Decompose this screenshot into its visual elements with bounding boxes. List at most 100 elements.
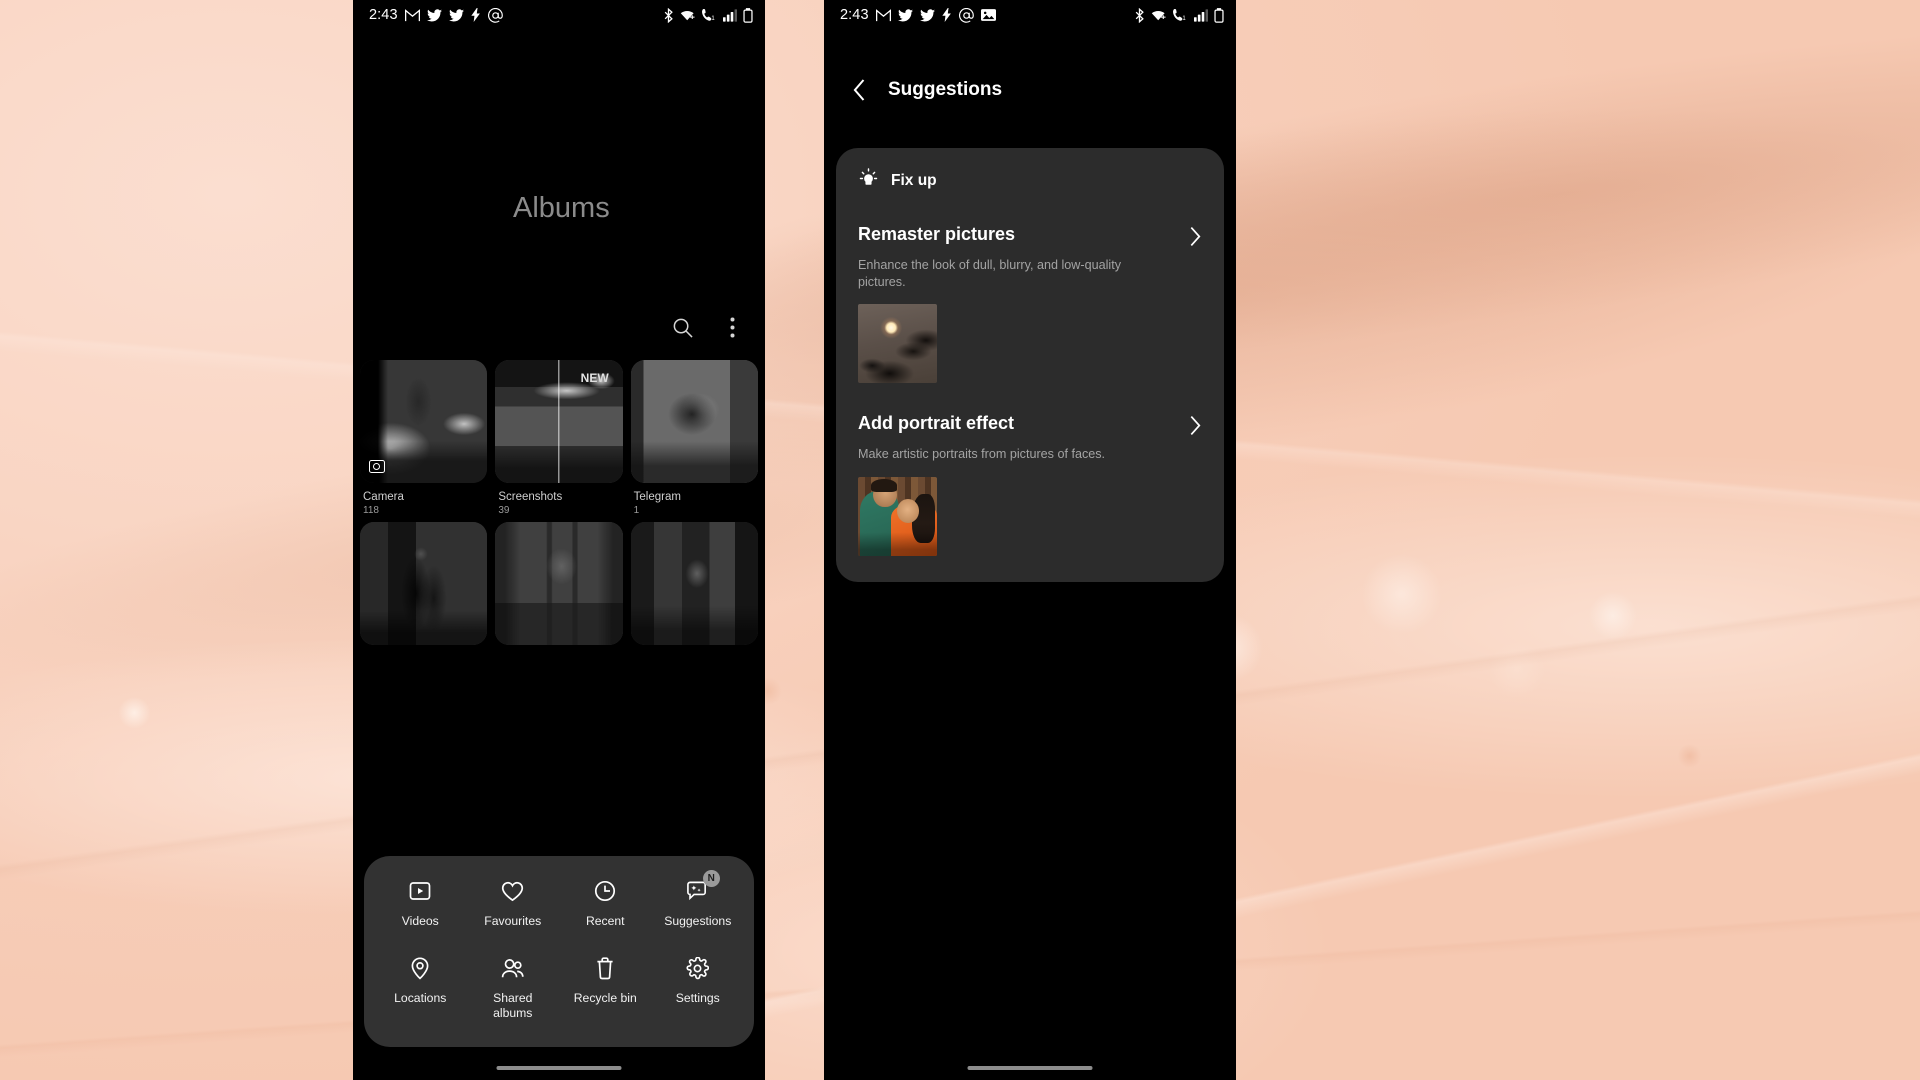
menu-item-label: Locations [394, 991, 447, 1006]
menu-item-label: Settings [675, 991, 720, 1006]
suggestion-thumbnail-portrait[interactable] [858, 476, 937, 556]
album-name: Camera [363, 491, 404, 503]
card-header-label: Fix up [891, 172, 937, 189]
album-artwork [630, 522, 758, 645]
page-title: Suggestions [888, 79, 1003, 100]
gmail-icon [875, 8, 891, 22]
album-count: 1 [633, 505, 640, 516]
album-item-4[interactable] [360, 522, 488, 645]
albums-header: Albums [353, 30, 765, 360]
menu-item-recycle-bin[interactable]: Recycle bin [559, 955, 652, 1021]
home-gesture-bar[interactable] [967, 1065, 1093, 1070]
album-thumbnail[interactable]: NEW [495, 360, 623, 483]
suggestion-description: Make artistic portraits from pictures of… [858, 447, 1106, 462]
menu-item-videos[interactable]: Videos [374, 878, 467, 929]
signal-bars-icon [1194, 8, 1208, 22]
menu-item-label: Shared albums [493, 991, 532, 1021]
status-bar-right: 2:43 1 [824, 0, 1236, 30]
album-item-camera[interactable]: Camera 118 [360, 360, 488, 516]
couple-portrait-photo [858, 476, 937, 556]
album-thumbnail[interactable] [360, 522, 488, 645]
status-bar-right-group: 1 [1134, 7, 1224, 23]
fix-up-card: Fix up Remaster pictures Enhance the loo… [836, 148, 1224, 582]
new-tag-label: NEW [580, 371, 609, 385]
menu-item-label: Favourites [484, 914, 542, 929]
suggestion-description: Enhance the look of dull, blurry, and lo… [858, 258, 1121, 289]
album-thumbnail[interactable] [630, 522, 758, 645]
people-icon [500, 955, 526, 981]
suggestion-title: Remaster pictures [858, 224, 1016, 244]
status-bar-left-group: 2:43 [840, 7, 996, 23]
menu-item-suggestions[interactable]: N Suggestions [652, 870, 745, 929]
clock-icon [592, 878, 618, 904]
menu-item-shared-albums[interactable]: Shared albums [467, 955, 560, 1021]
album-item-screenshots[interactable]: NEW Screenshots 39 [495, 360, 623, 516]
menu-item-locations[interactable]: Locations [374, 955, 467, 1021]
menu-item-recent[interactable]: Recent [559, 878, 652, 929]
chevron-right-icon[interactable] [1189, 413, 1202, 441]
portrait-shadow [858, 476, 937, 556]
suggestion-item-remaster[interactable]: Remaster pictures Enhance the look of du… [858, 224, 1202, 384]
chevron-left-icon[interactable] [846, 77, 872, 103]
album-grid-row-2 [353, 522, 765, 645]
svg-text:1: 1 [1182, 16, 1186, 22]
suggestion-thumbnail-moon[interactable] [858, 304, 937, 384]
gear-icon [685, 955, 711, 981]
trash-icon [592, 955, 618, 981]
album-name: Screenshots [498, 491, 563, 503]
home-gesture-bar[interactable] [496, 1065, 622, 1070]
moon-palm-photo [858, 304, 937, 384]
location-pin-icon [407, 955, 433, 981]
menu-item-label: Recent [585, 914, 625, 929]
album-thumbnail[interactable] [360, 360, 488, 483]
search-icon[interactable] [665, 310, 699, 344]
suggestions-appbar: Suggestions [824, 30, 1236, 122]
menu-item-label: Videos [401, 914, 439, 929]
bluetooth-icon [1134, 7, 1145, 23]
status-bar-left: 2:43 1 [353, 0, 765, 30]
lightbulb-idea-icon [858, 168, 879, 194]
album-item-telegram[interactable]: Telegram 1 [630, 360, 758, 516]
wifi-icon [1151, 8, 1167, 22]
album-name: Telegram [633, 491, 681, 503]
signal-bars-icon [723, 8, 737, 22]
suggestion-row: Remaster pictures [858, 224, 1202, 252]
album-artwork [630, 360, 758, 483]
suggestion-item-portrait[interactable]: Add portrait effect Make artistic portra… [858, 413, 1202, 556]
battery-icon [1214, 7, 1224, 23]
album-item-6[interactable] [630, 522, 758, 645]
twitter-icon [448, 8, 464, 22]
menu-item-favourites[interactable]: Favourites [467, 878, 560, 929]
suggestion-sparkle-icon: N [685, 870, 720, 904]
album-thumbnail[interactable] [495, 522, 623, 645]
status-time: 2:43 [840, 7, 869, 23]
twitter-icon [897, 8, 913, 22]
at-mention-icon [958, 7, 974, 23]
albums-menu-sheet: Videos Favourites Recent N Suggestions L… [364, 856, 754, 1047]
suggestion-row: Add portrait effect [858, 413, 1202, 441]
album-item-5[interactable] [495, 522, 623, 645]
album-artwork [495, 522, 623, 645]
heart-icon [500, 878, 526, 904]
charging-bolt-icon [470, 8, 481, 22]
album-artwork [360, 522, 488, 645]
suggestion-title: Add portrait effect [858, 413, 1015, 434]
image-icon [980, 8, 996, 22]
wifi-icon [680, 8, 696, 22]
menu-item-settings[interactable]: Settings [652, 955, 745, 1021]
chevron-right-icon[interactable] [1189, 224, 1202, 252]
more-vertical-icon[interactable] [715, 310, 749, 344]
header-actions [665, 310, 749, 344]
menu-item-label: Suggestions [664, 914, 732, 929]
battery-icon [743, 7, 753, 23]
menu-item-label-line1: Shared [493, 991, 533, 1006]
phone-screenshot-suggestions: 2:43 1 Suggestions Fix up Remaster pictu… [824, 0, 1236, 1080]
page-title: Albums [513, 192, 610, 224]
menu-item-label-line2: albums [493, 1006, 533, 1021]
album-grid-row-1: Camera 118 NEW Screenshots 39 Telegram 1 [353, 360, 765, 516]
album-count: 39 [498, 505, 510, 516]
svg-text:1: 1 [711, 16, 715, 22]
charging-bolt-icon [941, 8, 952, 22]
album-thumbnail[interactable] [630, 360, 758, 483]
call-forward-icon: 1 [1173, 8, 1188, 22]
